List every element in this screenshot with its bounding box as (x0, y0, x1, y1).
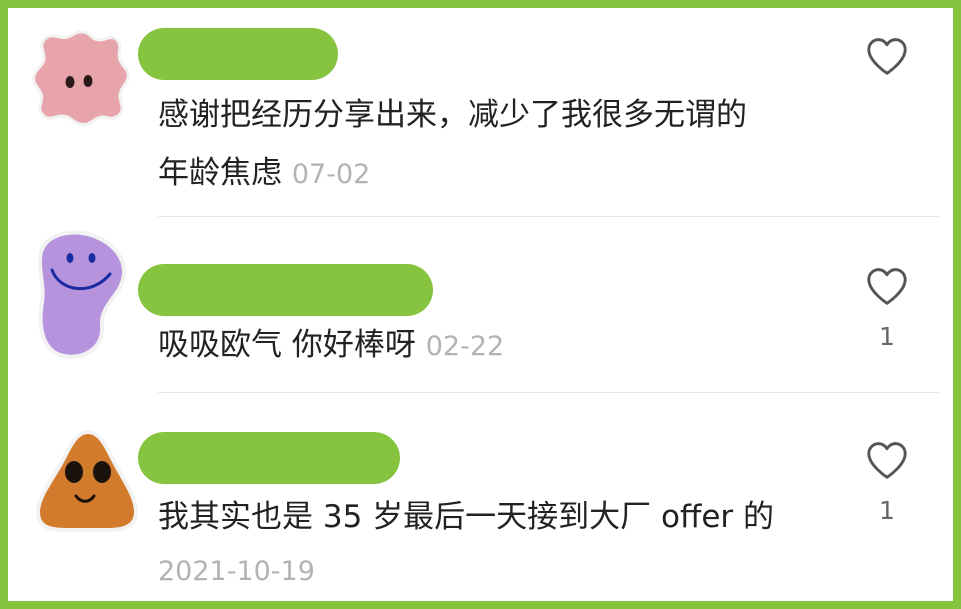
heart-icon (867, 38, 907, 75)
comment-date: 02-22 (425, 331, 505, 362)
comment-text: 吸吸欧气 你好棒呀 02-22 (158, 316, 504, 376)
comment-text-line2-content: 年龄焦虑 (158, 155, 282, 191)
avatar[interactable] (32, 28, 132, 128)
comment-date: 2021-10-19 (158, 556, 315, 587)
orange-triangle-face-icon (35, 429, 139, 532)
avatar[interactable] (34, 226, 134, 362)
heart-icon (867, 442, 907, 479)
comment-text-content: 吸吸欧气 你好棒呀 (158, 327, 416, 363)
comment-text: 感谢把经历分享出来，减少了我很多无谓的 年龄焦虑 07-02 (158, 86, 747, 204)
like-button[interactable] (863, 36, 911, 76)
like-button[interactable]: 1 (863, 266, 911, 351)
comment-date: 07-02 (291, 159, 371, 190)
like-count: 1 (879, 496, 895, 525)
divider (158, 392, 939, 393)
pink-flower-face-icon (32, 30, 130, 126)
comment-text-line2: 年龄焦虑 07-02 (158, 144, 747, 204)
heart-icon (867, 268, 907, 305)
redacted-username (138, 432, 400, 484)
comment-text-line1: 感谢把经历分享出来，减少了我很多无谓的 (158, 97, 747, 133)
purple-smiley-icon (38, 230, 127, 359)
comment-text: 我其实也是 35 岁最后一天接到大厂 offer 的 (158, 488, 774, 546)
like-count: 1 (879, 322, 895, 351)
divider (158, 216, 939, 217)
avatar[interactable] (32, 426, 144, 536)
comment-list: 感谢把经历分享出来，减少了我很多无谓的 年龄焦虑 07-02 吸吸欧气 你好棒呀… (0, 0, 961, 609)
like-button[interactable]: 1 (863, 440, 911, 525)
redacted-username (138, 28, 338, 80)
comment-text-content: 我其实也是 35 岁最后一天接到大厂 offer 的 (158, 499, 775, 535)
redacted-username (138, 264, 433, 316)
